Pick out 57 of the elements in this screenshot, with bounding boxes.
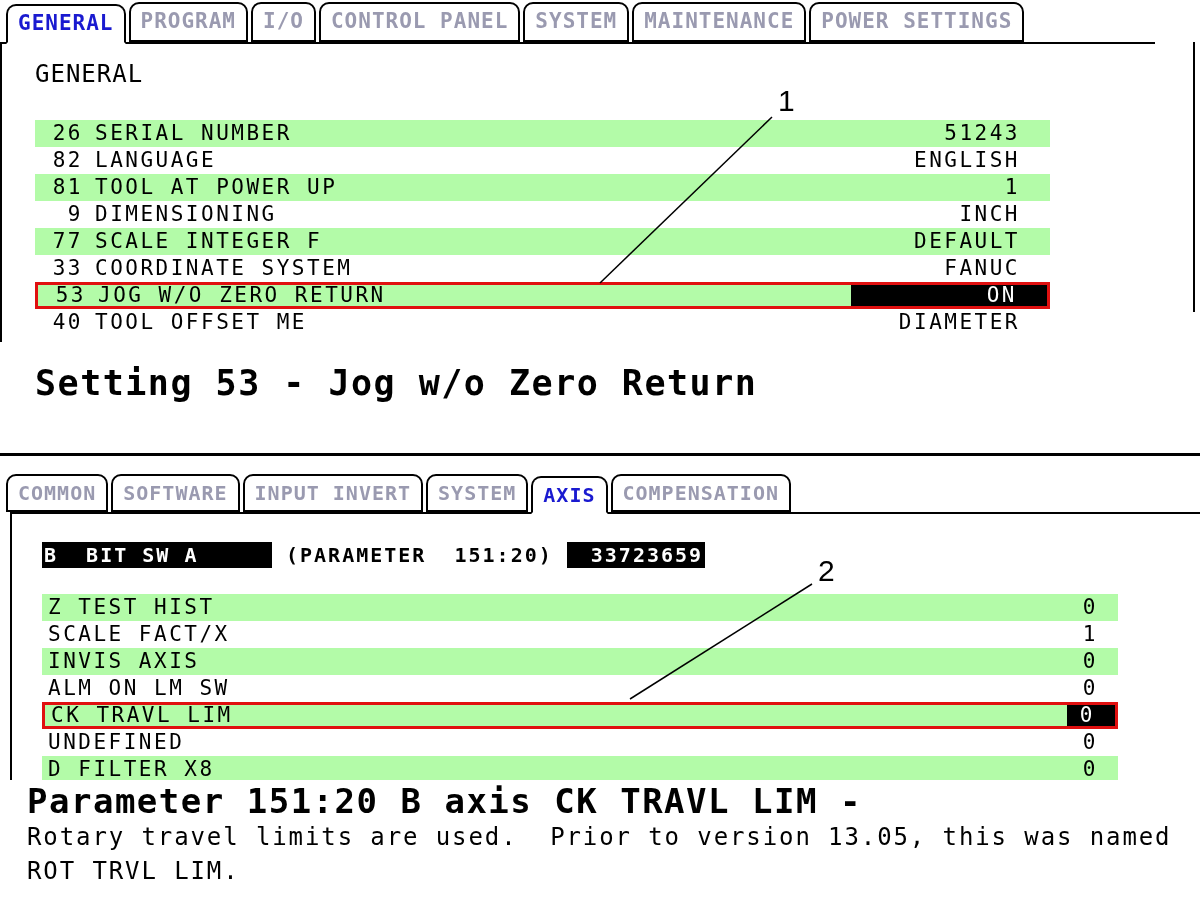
setting-label: SCALE FACT/X bbox=[47, 624, 231, 645]
setting-number: 53 bbox=[54, 285, 87, 306]
panel-heading: GENERAL bbox=[35, 62, 144, 86]
parameter-reference: (PARAMETER 151:20) bbox=[286, 545, 553, 565]
setting-label: TOOL OFFSET ME bbox=[95, 312, 308, 333]
setting-label: INVIS AXIS bbox=[47, 651, 201, 672]
setting-value: 0 bbox=[1081, 675, 1099, 702]
setting-row[interactable]: 81 TOOL AT POWER UP 1 bbox=[35, 174, 1050, 201]
setting-value: 51243 bbox=[943, 120, 1021, 147]
parameter-name: B BIT SW A bbox=[42, 542, 272, 568]
setting-value: 1 bbox=[1081, 621, 1099, 648]
setting-row[interactable]: D FILTER X8 0 bbox=[42, 756, 1118, 780]
setting-number: 33 bbox=[51, 258, 84, 279]
setting-value: INCH bbox=[958, 201, 1021, 228]
setting-value: 0 bbox=[1081, 756, 1099, 780]
setting-number: 77 bbox=[51, 231, 84, 252]
setting-row[interactable]: 53 JOG W/O ZERO RETURN ON bbox=[35, 282, 1050, 309]
callout-number: 1 bbox=[778, 86, 795, 116]
setting-label: LANGUAGE bbox=[95, 150, 218, 171]
setting-label: JOG W/O ZERO RETURN bbox=[98, 285, 387, 306]
caption-title: Parameter 151:20 B axis CK TRAVL LIM - bbox=[27, 784, 862, 818]
caption-title: Setting 53 - Jog w/o Zero Return bbox=[35, 366, 758, 401]
setting-number: 40 bbox=[51, 312, 84, 333]
setting-value: ON bbox=[851, 285, 1047, 306]
setting-label: COORDINATE SYSTEM bbox=[95, 258, 354, 279]
setting-value: 0 bbox=[1081, 648, 1099, 675]
tab[interactable]: AXIS bbox=[531, 476, 608, 514]
parameter-value: 33723659 bbox=[566, 542, 706, 568]
tab[interactable]: GENERAL bbox=[6, 4, 126, 44]
setting-label: D FILTER X8 bbox=[47, 759, 216, 780]
setting-row[interactable]: Z TEST HIST 0 bbox=[42, 594, 1118, 621]
setting-value: DIAMETER bbox=[897, 309, 1021, 336]
callout-number: 2 bbox=[818, 556, 835, 586]
setting-row[interactable]: 77 SCALE INTEGER F DEFAULT bbox=[35, 228, 1050, 255]
setting-row[interactable]: 26 SERIAL NUMBER 51243 bbox=[35, 120, 1050, 147]
caption-description: Rotary travel limits are used. Prior to version 13.05, this was named ROT TRVL LIM. bbox=[27, 822, 1172, 887]
setting-label: UNDEFINED bbox=[47, 732, 186, 753]
setting-label: SCALE INTEGER F bbox=[95, 231, 324, 252]
setting-number: 82 bbox=[51, 150, 84, 171]
setting-row[interactable]: CK TRAVL LIM 0 bbox=[42, 702, 1118, 729]
setting-value: ENGLISH bbox=[913, 147, 1021, 174]
setting-number: 81 bbox=[51, 177, 84, 198]
setting-label: Z TEST HIST bbox=[47, 597, 216, 618]
setting-number: 26 bbox=[51, 123, 84, 144]
setting-value: 0 bbox=[1081, 594, 1099, 621]
setting-value: 0 bbox=[1067, 705, 1115, 726]
setting-value: DEFAULT bbox=[913, 228, 1021, 255]
setting-label: CK TRAVL LIM bbox=[50, 705, 234, 726]
setting-number: 9 bbox=[66, 204, 84, 225]
setting-value: FANUC bbox=[943, 255, 1021, 282]
setting-value: 0 bbox=[1081, 729, 1099, 756]
setting-label: DIMENSIONING bbox=[95, 204, 278, 225]
setting-row[interactable]: INVIS AXIS 0 bbox=[42, 648, 1118, 675]
setting-value: 1 bbox=[1003, 174, 1021, 201]
setting-label: SERIAL NUMBER bbox=[95, 123, 293, 144]
setting-label: TOOL AT POWER UP bbox=[95, 177, 339, 198]
setting-label: ALM ON LM SW bbox=[47, 678, 231, 699]
